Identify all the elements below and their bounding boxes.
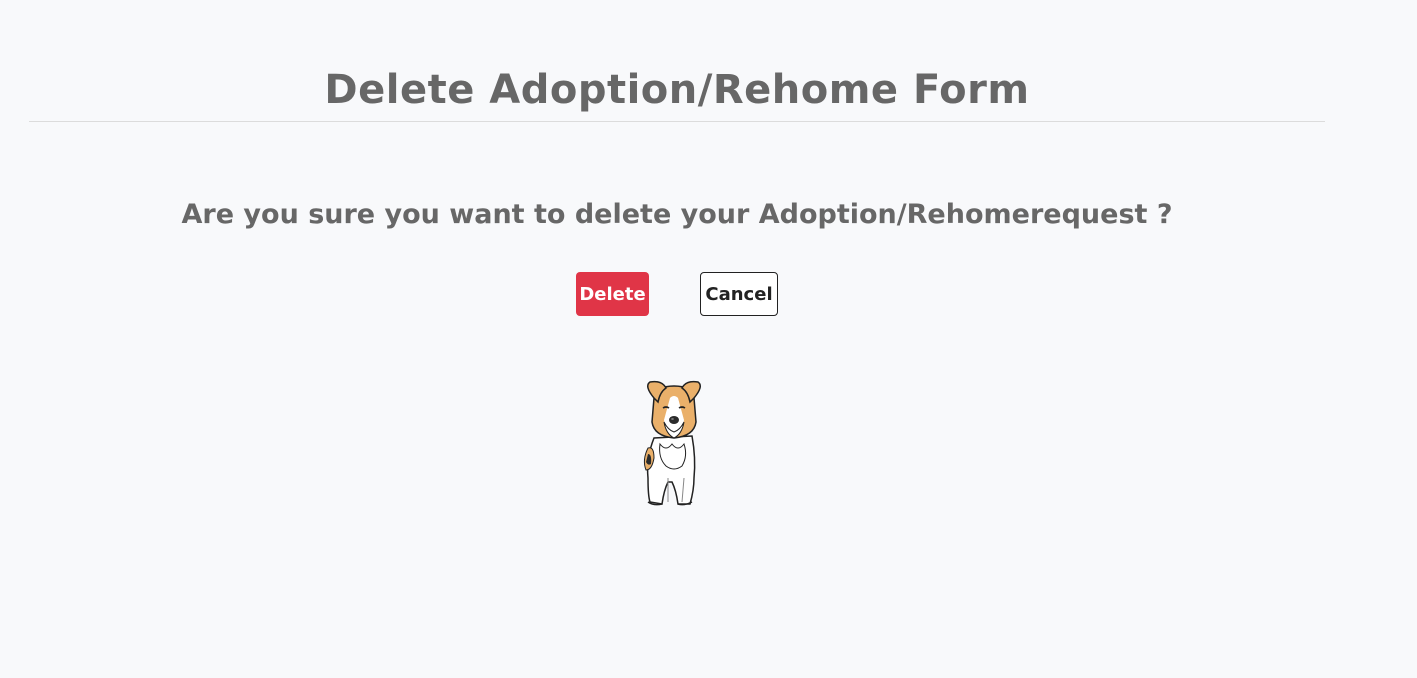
dog-illustration <box>636 378 720 508</box>
confirmation-question: Are you sure you want to delete your Ado… <box>181 199 1173 231</box>
page-title: Delete Adoption/Rehome Form <box>324 66 1030 113</box>
cancel-button[interactable]: Cancel <box>700 272 778 316</box>
title-divider <box>29 121 1325 122</box>
delete-button[interactable]: Delete <box>576 272 649 316</box>
